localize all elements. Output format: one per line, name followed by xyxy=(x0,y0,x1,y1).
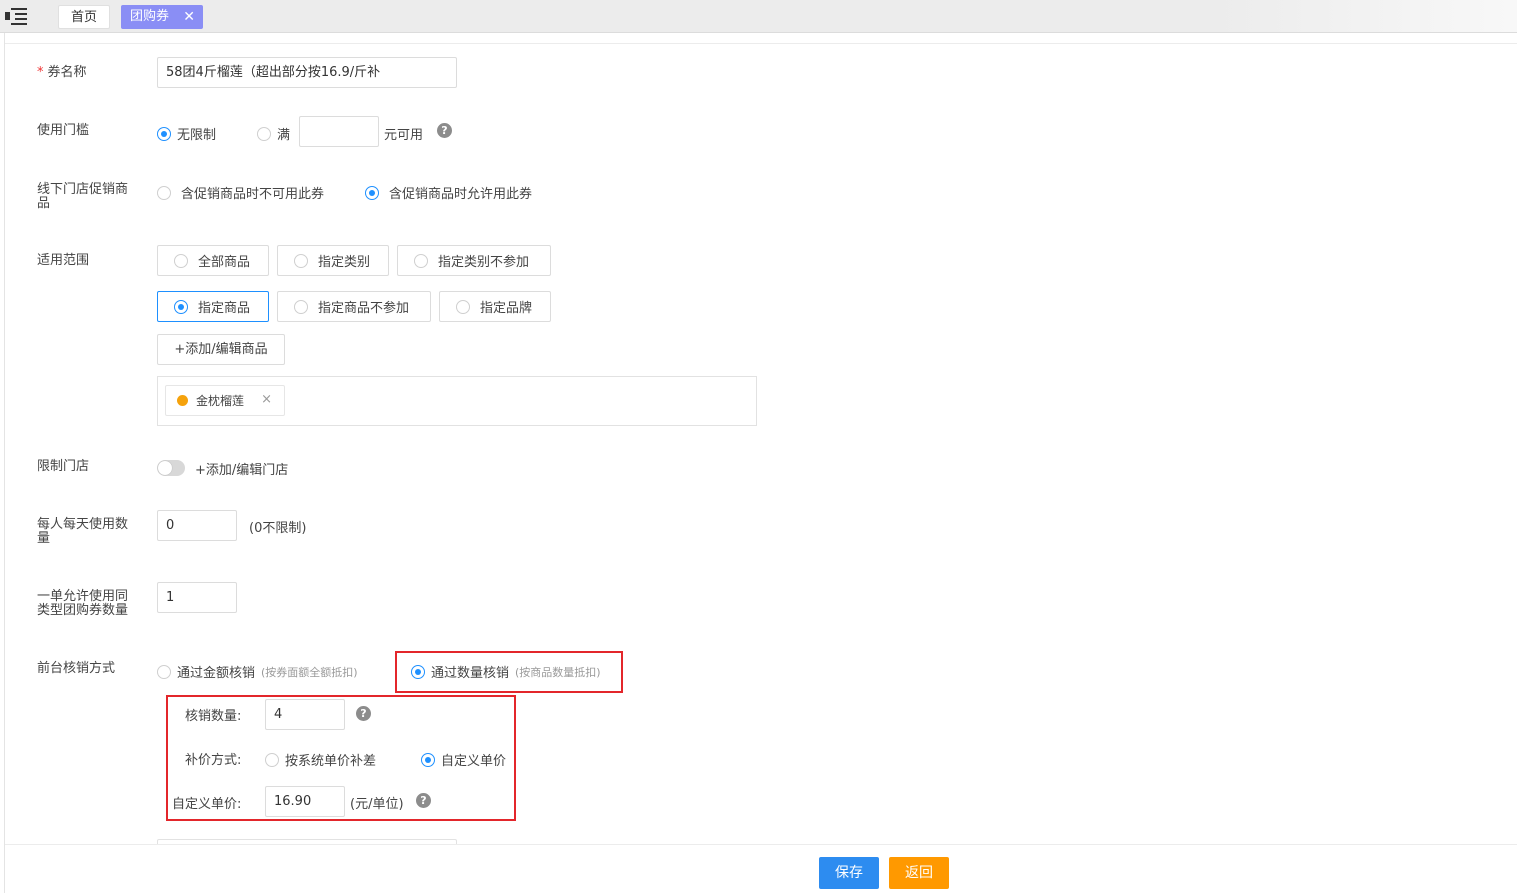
threshold-label: 使用门槛 xyxy=(37,123,90,138)
store-limit-toggle[interactable] xyxy=(157,460,185,476)
coupon-name-input[interactable]: 58团4斤榴莲（超出部分按16.9/斤补 xyxy=(157,57,457,88)
radio-icon xyxy=(294,299,308,314)
daily-limit-input[interactable]: 0 xyxy=(157,510,237,541)
promo-allow-radio[interactable]: 含促销商品时允许用此券 xyxy=(365,183,532,202)
tab-label: 团购券 xyxy=(130,9,170,24)
threshold-amount-input[interactable] xyxy=(299,116,379,147)
remove-icon[interactable]: × xyxy=(261,392,272,407)
redeem-amount-radio[interactable]: 通过金额核销 (按券面额全额抵扣) xyxy=(157,662,358,681)
compensation-system-radio[interactable]: 按系统单价补差 xyxy=(265,750,376,769)
radio-icon xyxy=(294,253,308,268)
threshold-full-radio[interactable]: 满 xyxy=(257,124,290,143)
tab-group-coupon[interactable]: 团购券 ✕ xyxy=(121,5,203,29)
redeem-qty-label: 核销数量: xyxy=(185,709,242,724)
scope-brand[interactable]: 指定品牌 xyxy=(439,291,551,322)
close-icon[interactable]: ✕ xyxy=(183,5,195,29)
scope-products[interactable]: 指定商品 xyxy=(157,291,269,322)
promo-disallow-radio[interactable]: 含促销商品时不可用此券 xyxy=(157,183,324,202)
redeem-method-label: 前台核销方式 xyxy=(37,661,116,676)
tab-home[interactable]: 首页 xyxy=(58,5,110,29)
compensation-label: 补价方式: xyxy=(185,753,242,768)
scope-category-excluded[interactable]: 指定类别不参加 xyxy=(397,245,551,276)
radio-icon xyxy=(174,299,188,314)
selected-products-box: 金枕榴莲 × xyxy=(157,376,757,426)
product-tag-label: 金枕榴莲 xyxy=(196,394,245,408)
add-edit-products-button[interactable]: +添加/编辑商品 xyxy=(157,334,285,365)
radio-icon xyxy=(411,664,425,679)
redeem-qty-input[interactable]: 4 xyxy=(265,699,345,730)
divider xyxy=(4,33,5,893)
help-icon[interactable]: ? xyxy=(416,793,431,808)
redeem-quantity-radio[interactable]: 通过数量核销 (按商品数量抵扣) xyxy=(411,662,601,681)
custom-unit-price-label: 自定义单价: xyxy=(172,797,242,812)
radio-icon xyxy=(265,752,279,767)
store-limit-label: 限制门店 xyxy=(37,459,90,474)
menu-collapse-icon[interactable] xyxy=(5,7,27,25)
radio-icon xyxy=(414,253,428,268)
radio-icon xyxy=(157,185,171,200)
help-icon[interactable]: ? xyxy=(437,123,452,138)
unit-price-suffix: (元/单位) xyxy=(350,797,404,812)
compensation-custom-radio[interactable]: 自定义单价 xyxy=(421,750,506,769)
radio-icon xyxy=(157,126,171,141)
daily-limit-label: 每人每天使用数量 xyxy=(37,517,129,546)
custom-unit-price-input[interactable]: 16.90 xyxy=(265,786,345,817)
per-order-label: 一单允许使用同类型团购券数量 xyxy=(37,589,129,618)
save-button[interactable]: 保存 xyxy=(819,857,879,889)
help-icon[interactable]: ? xyxy=(356,706,371,721)
scope-category[interactable]: 指定类别 xyxy=(277,245,389,276)
scope-products-excluded[interactable]: 指定商品不参加 xyxy=(277,291,431,322)
product-tag: 金枕榴莲 × xyxy=(165,385,285,416)
radio-icon xyxy=(257,126,271,141)
radio-icon xyxy=(421,752,435,767)
threshold-unlimited-radio[interactable]: 无限制 xyxy=(157,124,216,143)
tab-bar: 首页 团购券 ✕ xyxy=(0,0,1517,33)
status-dot-icon xyxy=(177,395,188,406)
radio-icon xyxy=(174,253,188,268)
radio-icon xyxy=(365,185,379,200)
per-order-input[interactable]: 1 xyxy=(157,582,237,613)
radio-icon xyxy=(456,299,470,314)
coupon-name-label: * 券名称 xyxy=(37,65,87,80)
divider xyxy=(5,43,1517,44)
offline-promo-label: 线下门店促销商品 xyxy=(37,182,129,211)
required-mark: * xyxy=(37,65,44,80)
daily-limit-hint: (0不限制) xyxy=(249,521,307,536)
back-button[interactable]: 返回 xyxy=(889,857,949,889)
footer-bar xyxy=(5,844,1517,893)
threshold-suffix: 元可用 xyxy=(384,128,424,143)
scope-all-products[interactable]: 全部商品 xyxy=(157,245,269,276)
scope-label: 适用范围 xyxy=(37,253,90,268)
add-edit-stores-link[interactable]: +添加/编辑门店 xyxy=(195,459,288,478)
radio-icon xyxy=(157,664,171,679)
